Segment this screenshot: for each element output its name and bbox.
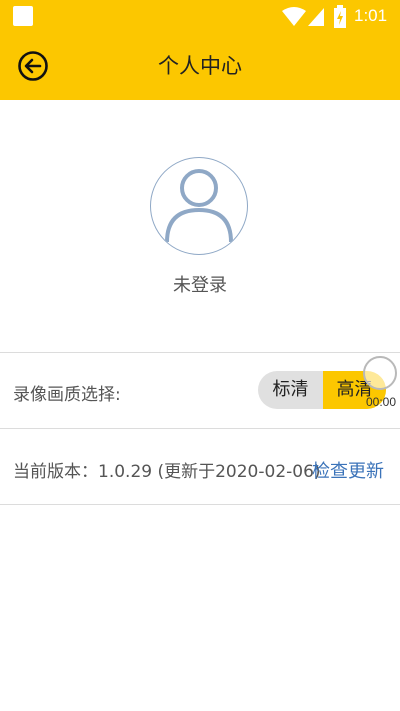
quality-option-sd[interactable]: 标清: [258, 371, 323, 409]
notification-icon: [13, 6, 33, 26]
version-label: 当前版本：1.0.29 (更新于2020-02-06): [13, 462, 321, 482]
app-header: 个人中心: [0, 33, 400, 100]
back-arrow-icon[interactable]: [17, 50, 49, 82]
page-title: 个人中心: [158, 54, 242, 78]
divider: [0, 504, 400, 505]
quality-label: 录像画质选择:: [13, 385, 121, 405]
login-status-label[interactable]: 未登录: [0, 271, 400, 297]
user-icon: [165, 169, 233, 243]
check-update-link[interactable]: 检查更新: [312, 457, 384, 483]
avatar[interactable]: [150, 157, 248, 255]
divider: [0, 428, 400, 429]
timer-text: 00:00: [366, 395, 397, 409]
battery-icon: [334, 5, 346, 28]
status-time: 1:01: [354, 6, 388, 25]
cell-signal-icon: [308, 8, 324, 26]
floating-timer-button[interactable]: [363, 356, 397, 390]
status-bar: 1:01: [0, 0, 400, 33]
divider: [0, 352, 400, 353]
wifi-icon: [282, 7, 306, 26]
